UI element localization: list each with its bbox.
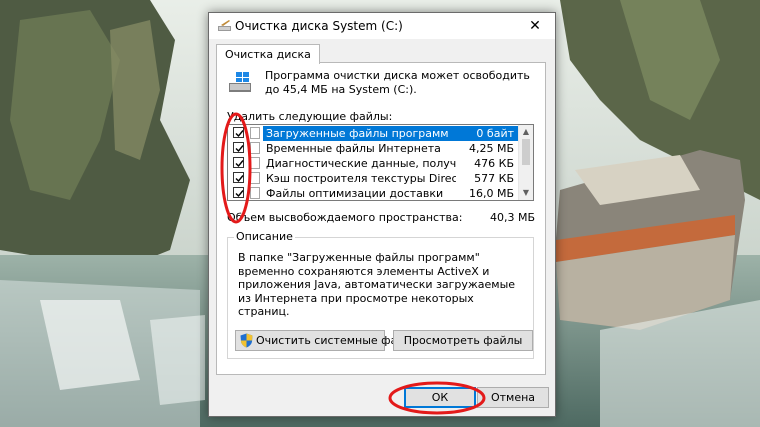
list-item[interactable]: Кэш построителя текстуры DirectX 577 КБ	[228, 171, 520, 186]
checkbox[interactable]	[233, 157, 244, 168]
file-name: Кэш построителя текстуры DirectX	[266, 172, 456, 185]
cancel-button[interactable]: Отмена	[477, 387, 549, 408]
checkbox[interactable]	[233, 187, 244, 198]
checkbox[interactable]	[233, 142, 244, 153]
view-files-button[interactable]: Просмотреть файлы	[393, 330, 533, 351]
space-label: Объем высвобождаемого пространства:	[227, 211, 463, 224]
close-button[interactable]: ✕	[515, 13, 555, 39]
ok-button[interactable]: ОК	[404, 387, 476, 408]
vertical-scrollbar[interactable]: ▲ ▼	[518, 125, 533, 200]
file-icon	[250, 172, 260, 184]
description-title: Описание	[234, 230, 295, 243]
space-value: 40,3 МБ	[489, 211, 535, 224]
description-text: В папке "Загруженные файлы программ" вре…	[238, 251, 516, 318]
clean-system-files-button[interactable]: Очистить системные файлы	[235, 330, 420, 351]
title-bar[interactable]: Очистка диска System (C:) ✕	[209, 13, 555, 39]
file-name: Диагностические данные, полученные ...	[266, 157, 456, 170]
file-size: 476 КБ	[474, 157, 514, 170]
file-size: 0 байт	[476, 127, 514, 140]
file-list[interactable]: Загруженные файлы программ 0 байт Времен…	[227, 124, 534, 201]
tab-disk-cleanup[interactable]: Очистка диска	[216, 44, 320, 64]
file-name: Временные файлы Интернета	[266, 142, 441, 155]
file-name: Файлы оптимизации доставки	[266, 187, 444, 200]
file-icon	[250, 142, 260, 154]
scroll-up-icon[interactable]: ▲	[519, 126, 533, 138]
disk-cleanup-icon	[218, 20, 231, 31]
list-item[interactable]: Временные файлы Интернета 4,25 МБ	[228, 141, 520, 156]
scroll-thumb[interactable]	[522, 139, 530, 165]
disk-cleanup-dialog: Очистка диска System (C:) ✕ Очистка диск…	[208, 12, 556, 417]
file-icon	[250, 157, 260, 169]
checkbox[interactable]	[233, 172, 244, 183]
checkbox[interactable]	[233, 127, 244, 138]
file-size: 16,0 МБ	[468, 187, 514, 200]
scroll-down-icon[interactable]: ▼	[519, 187, 533, 199]
intro-text: Программа очистки диска может освободить…	[265, 69, 530, 96]
window-title: Очистка диска System (C:)	[235, 19, 403, 33]
shield-icon	[240, 333, 253, 348]
file-size: 577 КБ	[474, 172, 514, 185]
drive-icon	[229, 72, 251, 92]
file-icon	[250, 127, 260, 139]
file-size: 4,25 МБ	[468, 142, 514, 155]
files-label: Удалить следующие файлы:	[227, 110, 393, 123]
file-name: Загруженные файлы программ	[266, 127, 449, 140]
tab-panel: Программа очистки диска может освободить…	[216, 62, 546, 375]
list-item[interactable]: Диагностические данные, полученные ... 4…	[228, 156, 520, 171]
list-item[interactable]: Загруженные файлы программ 0 байт	[228, 126, 520, 141]
file-icon	[250, 187, 260, 199]
list-item[interactable]: Файлы оптимизации доставки 16,0 МБ	[228, 186, 520, 200]
